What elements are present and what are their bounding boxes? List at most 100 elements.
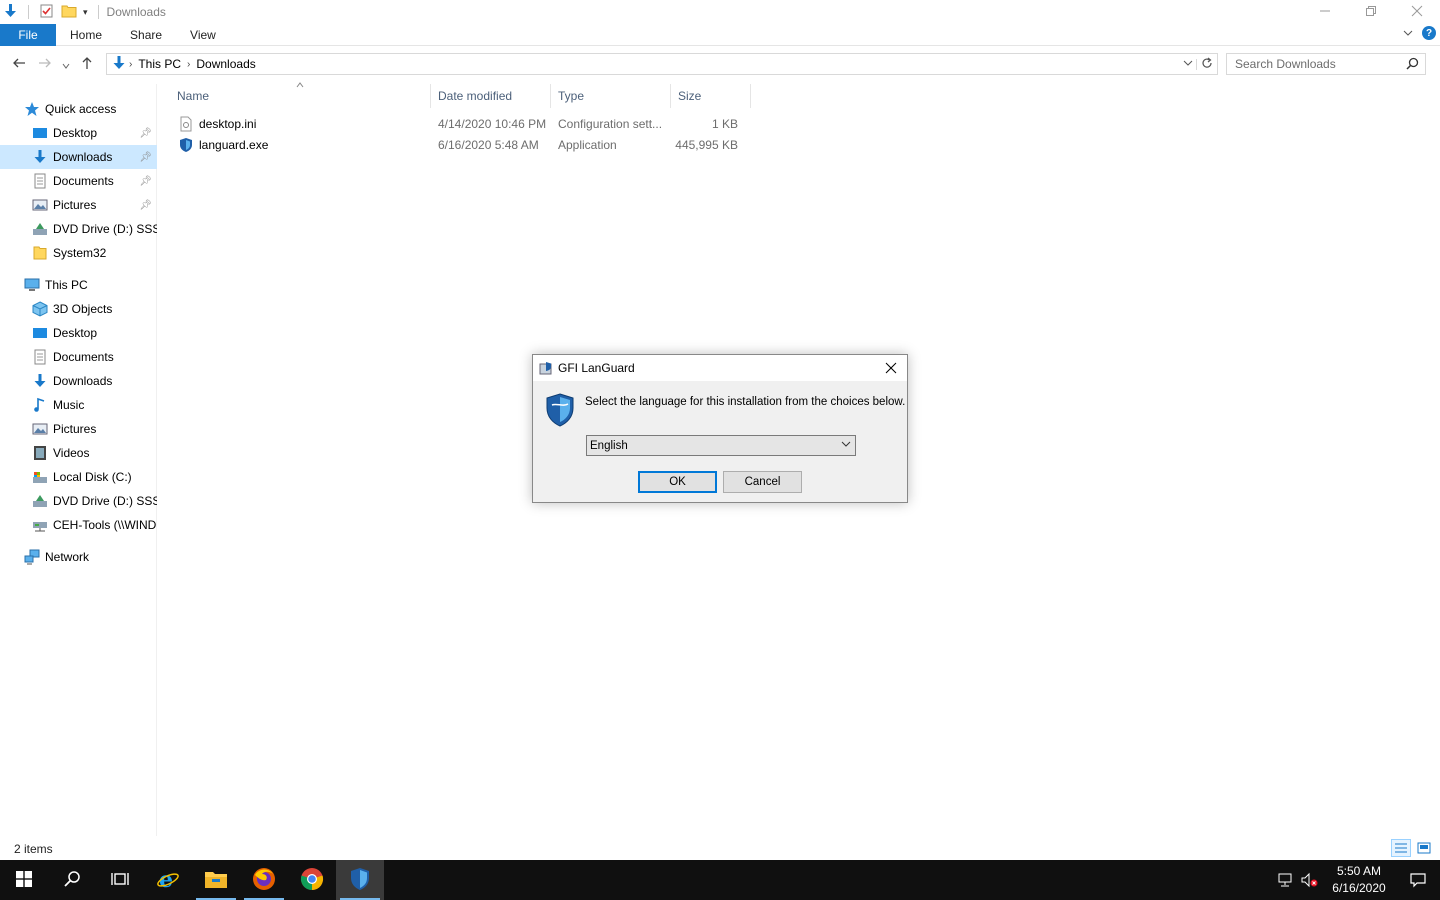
network-status-icon[interactable]: [1274, 872, 1298, 888]
task-view-button[interactable]: [96, 860, 144, 900]
nav-label: Downloads: [53, 150, 113, 164]
back-icon[interactable]: [8, 56, 30, 73]
nav-local-disk[interactable]: Local Disk (C:): [0, 465, 157, 489]
nav-label: Documents: [53, 350, 114, 364]
search-box[interactable]: [1226, 53, 1426, 75]
nav-videos[interactable]: Videos: [0, 441, 157, 465]
tab-file[interactable]: File: [0, 23, 56, 46]
nav-ceh-tools[interactable]: CEH-Tools (\\WINDOWS: [0, 513, 157, 537]
file-row[interactable]: desktop.ini 4/14/2020 10:46 PM Configura…: [170, 113, 744, 134]
nav-this-pc[interactable]: This PC: [0, 273, 157, 297]
nav-documents[interactable]: Documents: [0, 345, 157, 369]
column-type[interactable]: Type: [551, 84, 671, 108]
languard-icon: [349, 867, 371, 894]
pin-icon[interactable]: 📌︎: [139, 152, 152, 163]
clock-date: 6/16/2020: [1332, 881, 1386, 895]
chevron-right-icon[interactable]: ›: [129, 59, 132, 70]
column-headers: Name Date modified Type Size: [170, 82, 751, 108]
pin-icon[interactable]: 📌︎: [139, 128, 152, 139]
ok-button[interactable]: OK: [638, 471, 717, 493]
minimize-icon[interactable]: [1302, 0, 1348, 22]
taskbar-languard[interactable]: [336, 860, 384, 900]
nav-downloads[interactable]: Downloads: [0, 369, 157, 393]
file-date: 6/16/2020 5:48 AM: [438, 137, 539, 152]
dvd-drive-icon: [32, 493, 48, 509]
nav-qa-pictures[interactable]: Pictures 📌︎: [0, 193, 157, 217]
taskbar-internet-explorer[interactable]: e: [144, 860, 192, 900]
clock[interactable]: 5:50 AM 6/16/2020: [1322, 863, 1396, 897]
nav-label: 3D Objects: [53, 302, 113, 316]
address-bar[interactable]: › This PC › Downloads: [106, 53, 1218, 75]
dialog-title-bar[interactable]: GFI LanGuard: [533, 355, 907, 381]
close-icon[interactable]: [1394, 0, 1440, 22]
taskbar: e 5:50 AM 6/16/2020: [0, 860, 1440, 900]
nav-network[interactable]: Network: [0, 545, 157, 569]
pictures-icon: [32, 197, 48, 213]
nav-desktop[interactable]: Desktop: [0, 321, 157, 345]
tab-share[interactable]: Share: [116, 24, 176, 46]
dvd-drive-icon: [32, 221, 48, 237]
breadcrumb-downloads[interactable]: Downloads: [196, 57, 255, 71]
nav-qa-downloads[interactable]: Downloads 📌︎: [0, 145, 157, 169]
search-input[interactable]: [1235, 57, 1405, 71]
column-name[interactable]: Name: [170, 82, 431, 108]
tab-view[interactable]: View: [176, 24, 230, 46]
nav-qa-system32[interactable]: System32: [0, 241, 157, 265]
cancel-button[interactable]: Cancel: [723, 471, 802, 493]
customize-toolbar-icon[interactable]: ▾: [83, 7, 88, 18]
nav-pictures[interactable]: Pictures: [0, 417, 157, 441]
volume-muted-icon[interactable]: [1298, 872, 1322, 888]
restore-icon[interactable]: [1348, 0, 1394, 22]
file-size: 1 KB: [711, 116, 738, 131]
forward-icon[interactable]: [34, 56, 56, 73]
window-title: Downloads: [106, 5, 166, 19]
expand-ribbon-icon[interactable]: [1402, 26, 1414, 40]
start-button[interactable]: [0, 860, 48, 900]
nav-qa-documents[interactable]: Documents 📌︎: [0, 169, 157, 193]
nav-dvd-drive[interactable]: DVD Drive (D:) SSS_X: [0, 489, 157, 513]
taskbar-search-button[interactable]: [48, 860, 96, 900]
nav-3d-objects[interactable]: 3D Objects: [0, 297, 157, 321]
refresh-icon[interactable]: [1197, 57, 1217, 72]
language-select[interactable]: English: [586, 435, 856, 456]
taskbar-firefox[interactable]: [240, 860, 288, 900]
address-dropdown-icon[interactable]: [1179, 58, 1197, 70]
pin-icon[interactable]: 📌︎: [139, 176, 152, 187]
chevron-down-icon[interactable]: [840, 438, 852, 453]
chevron-right-icon[interactable]: ›: [187, 59, 190, 70]
file-name: languard.exe: [199, 137, 269, 152]
dialog-title: GFI LanGuard: [558, 361, 635, 375]
nav-qa-dvd-drive[interactable]: DVD Drive (D:) SSS_X: [0, 217, 157, 241]
videos-icon: [32, 445, 48, 461]
notifications-icon[interactable]: [1396, 872, 1440, 888]
search-icon[interactable]: [1406, 57, 1419, 73]
file-row[interactable]: languard.exe 6/16/2020 5:48 AM Applicati…: [170, 134, 744, 155]
start-icon: [16, 870, 32, 890]
nav-qa-desktop[interactable]: Desktop 📌︎: [0, 121, 157, 145]
close-icon[interactable]: [875, 355, 907, 381]
nav-label: Pictures: [53, 422, 97, 436]
system-tray: 5:50 AM 6/16/2020: [1274, 860, 1440, 900]
properties-icon[interactable]: [39, 3, 55, 22]
file-name: desktop.ini: [199, 116, 257, 131]
documents-icon: [32, 349, 48, 365]
help-icon[interactable]: ?: [1422, 26, 1436, 40]
search-icon: [63, 870, 81, 891]
large-icons-view-icon[interactable]: [1414, 839, 1434, 857]
nav-quick-access[interactable]: Quick access: [0, 97, 157, 121]
up-icon[interactable]: [76, 56, 98, 73]
installer-icon: [538, 360, 554, 376]
new-folder-icon[interactable]: [61, 3, 77, 22]
details-view-icon[interactable]: [1391, 839, 1411, 857]
status-bar: 2 items: [0, 838, 1440, 860]
pin-icon[interactable]: 📌︎: [139, 200, 152, 211]
nav-label: Pictures: [53, 198, 97, 212]
taskbar-file-explorer[interactable]: [192, 860, 240, 900]
tab-home[interactable]: Home: [56, 24, 116, 46]
recent-locations-icon[interactable]: [60, 57, 72, 73]
breadcrumb-this-pc[interactable]: This PC: [138, 57, 181, 71]
column-size[interactable]: Size: [671, 84, 751, 108]
nav-music[interactable]: Music: [0, 393, 157, 417]
taskbar-chrome[interactable]: [288, 860, 336, 900]
column-date-modified[interactable]: Date modified: [431, 84, 551, 108]
